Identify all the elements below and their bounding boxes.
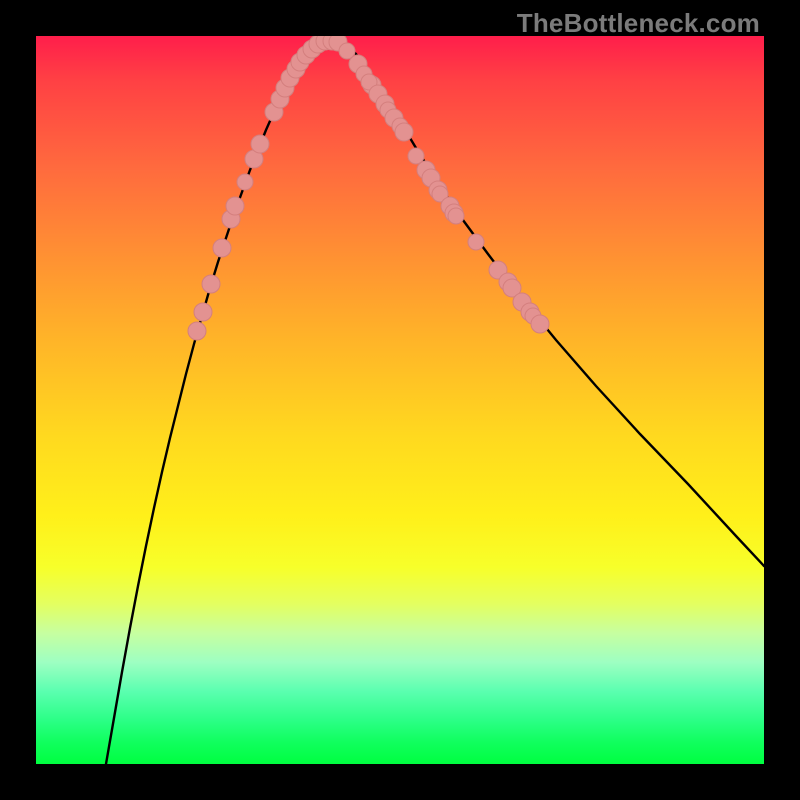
- highlight-dot: [188, 322, 206, 340]
- highlight-dot: [531, 315, 549, 333]
- bottleneck-curve: [106, 40, 764, 764]
- highlight-dot: [468, 234, 484, 250]
- highlight-dot: [237, 174, 253, 190]
- highlight-dot: [395, 123, 413, 141]
- highlight-dot: [194, 303, 212, 321]
- highlight-dot: [226, 197, 244, 215]
- highlight-dot: [202, 275, 220, 293]
- plot-area: [36, 36, 764, 764]
- highlight-dot: [251, 135, 269, 153]
- watermark-text: TheBottleneck.com: [517, 8, 760, 39]
- highlight-dots: [188, 36, 549, 340]
- highlight-dot: [213, 239, 231, 257]
- curve-svg: [36, 36, 764, 764]
- chart-root: { "watermark": "TheBottleneck.com", "col…: [0, 0, 800, 800]
- highlight-dot: [448, 208, 464, 224]
